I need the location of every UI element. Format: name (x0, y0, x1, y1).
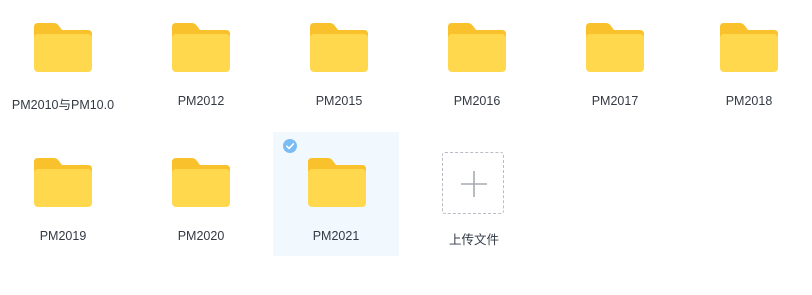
folder-icon (308, 158, 366, 207)
folder-item[interactable]: PM2017 (552, 0, 678, 124)
folder-name: PM2020 (177, 229, 225, 243)
folder-name: PM2015 (315, 94, 363, 108)
folder-item-selected[interactable]: PM2021 (273, 132, 399, 256)
folder-icon (172, 158, 230, 207)
folder-name: PM2016 (453, 94, 501, 108)
folder-name: PM2010与PM10.0 (11, 98, 115, 112)
file-grid: PM2010与PM10.0 PM2012 PM2015 PM2016 PM201… (0, 0, 812, 295)
folder-icon (310, 23, 368, 72)
folder-item[interactable]: PM2018 (686, 0, 812, 124)
upload-item[interactable]: 上传文件 (411, 132, 537, 256)
folder-name: PM2018 (725, 94, 773, 108)
folder-icon (586, 23, 644, 72)
folder-item[interactable]: PM2015 (276, 0, 402, 124)
folder-item[interactable]: PM2012 (138, 0, 264, 124)
folder-name: PM2019 (39, 229, 87, 243)
folder-name: PM2017 (591, 94, 639, 108)
folder-item[interactable]: PM2010与PM10.0 (0, 0, 126, 124)
folder-item[interactable]: PM2016 (414, 0, 540, 124)
folder-name: PM2021 (312, 229, 360, 243)
folder-icon (34, 158, 92, 207)
upload-label: 上传文件 (448, 233, 499, 247)
plus-icon (461, 171, 487, 197)
folder-icon (448, 23, 506, 72)
folder-icon (720, 23, 778, 72)
check-circle-icon[interactable] (283, 139, 297, 153)
folder-icon (34, 23, 92, 72)
folder-item[interactable]: PM2020 (138, 135, 264, 259)
folder-name: PM2012 (177, 94, 225, 108)
folder-icon (172, 23, 230, 72)
folder-item[interactable]: PM2019 (0, 135, 126, 259)
upload-button[interactable] (442, 152, 504, 214)
